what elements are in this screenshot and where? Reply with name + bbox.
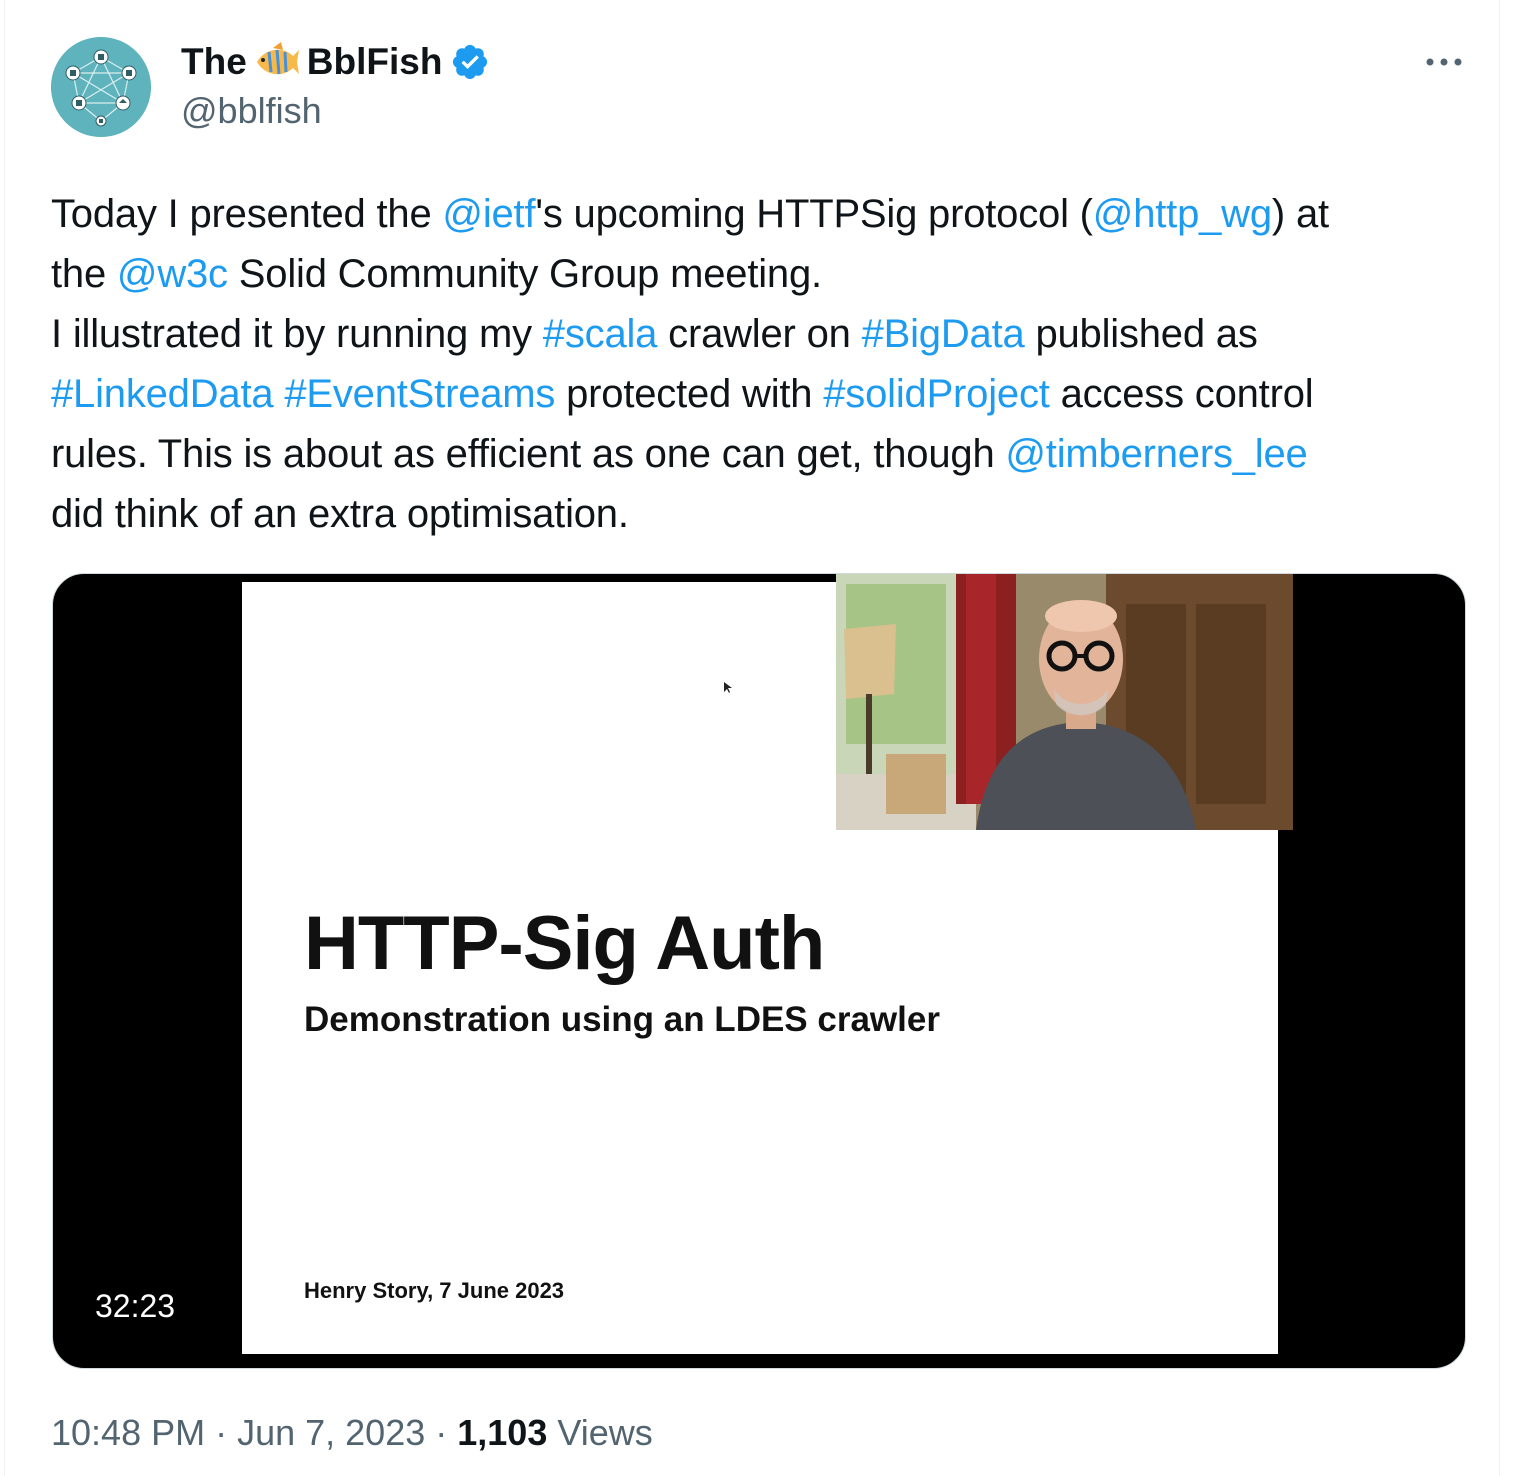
hashtag-link[interactable]: #scala <box>543 312 658 356</box>
author-name[interactable]: The BblFish <box>181 40 490 84</box>
hashtag-link[interactable]: #LinkedData <box>51 372 274 416</box>
tweet-text-segment: did think of an extra optimisation. <box>51 492 629 536</box>
slide-author: Henry Story, 7 June 2023 <box>304 1278 565 1303</box>
mention-link[interactable]: @timberners_lee <box>1005 432 1307 476</box>
tweet-text-line: rules. This is about as efficient as one… <box>51 424 1471 484</box>
webcam-overlay <box>836 574 1293 830</box>
tweet-metadata: 10:48 PM · Jun 7, 2023 · 1,103 Views <box>51 1412 653 1454</box>
presenter-webcam-image <box>836 574 1293 830</box>
mention-link[interactable]: @http_wg <box>1093 192 1272 236</box>
tweet-card: The BblFish @bblfish Today I presented t… <box>4 0 1500 1476</box>
tweet-text-line: the @w3c Solid Community Group meeting. <box>51 244 1471 304</box>
more-dots-icon <box>1426 58 1462 66</box>
hashtag-link[interactable]: #solidProject <box>823 372 1050 416</box>
tweet-text-segment: crawler on <box>657 312 862 356</box>
hashtag-link[interactable]: #EventStreams <box>284 372 555 416</box>
tweet-text-segment: ) at <box>1271 192 1329 236</box>
meta-separator: · <box>215 1412 228 1453</box>
slide-title: HTTP-Sig Auth <box>304 901 825 986</box>
tropical-fish-icon <box>253 42 301 82</box>
verified-badge-icon <box>450 42 490 82</box>
author-handle[interactable]: @bblfish <box>181 90 322 132</box>
tweet-text-line: I illustrated it by running my #scala cr… <box>51 304 1471 364</box>
author-name-suffix: BblFish <box>306 41 443 82</box>
video-player[interactable]: HTTP-Sig Auth Demonstration using an LDE… <box>52 573 1466 1369</box>
video-duration-badge: 32:23 <box>95 1287 176 1324</box>
tweet-text-segment: access control <box>1049 372 1314 416</box>
hashtag-link[interactable]: #BigData <box>862 312 1025 356</box>
avatar[interactable] <box>51 37 151 137</box>
tweet-text-line: #LinkedData #EventStreams protected with… <box>51 364 1471 424</box>
tweet-text-segment: the <box>51 252 117 296</box>
tweet-text-segment: 's upcoming HTTPSig protocol ( <box>535 192 1093 236</box>
meta-separator: · <box>435 1412 448 1453</box>
views-count: 1,103 <box>457 1412 548 1453</box>
views-label: Views <box>557 1412 653 1453</box>
mouse-cursor-icon <box>724 682 732 693</box>
more-options-button[interactable] <box>1419 44 1469 80</box>
tweet-text-line: Today I presented the @ietf's upcoming H… <box>51 184 1471 244</box>
avatar-network-icon <box>51 37 151 137</box>
tweet-text-segment <box>273 372 284 416</box>
tweet-time[interactable]: 10:48 PM <box>51 1412 205 1454</box>
mention-link[interactable]: @ietf <box>442 192 535 236</box>
tweet-text-segment: Today I presented the <box>51 192 443 236</box>
tweet-date[interactable]: Jun 7, 2023 <box>237 1412 425 1454</box>
mention-link[interactable]: @w3c <box>117 252 228 296</box>
tweet-text-line: did think of an extra optimisation. <box>51 484 1471 544</box>
tweet-text-segment: rules. This is about as efficient as one… <box>51 432 1006 476</box>
tweet-text-segment: Solid Community Group meeting. <box>227 252 822 296</box>
tweet-text: Today I presented the @ietf's upcoming H… <box>51 184 1471 544</box>
slide-subtitle: Demonstration using an LDES crawler <box>304 1000 940 1039</box>
author-name-prefix: The <box>181 41 247 82</box>
tweet-text-segment: I illustrated it by running my <box>51 312 543 356</box>
tweet-text-segment: protected with <box>555 372 824 416</box>
tweet-text-segment: published as <box>1024 312 1258 356</box>
